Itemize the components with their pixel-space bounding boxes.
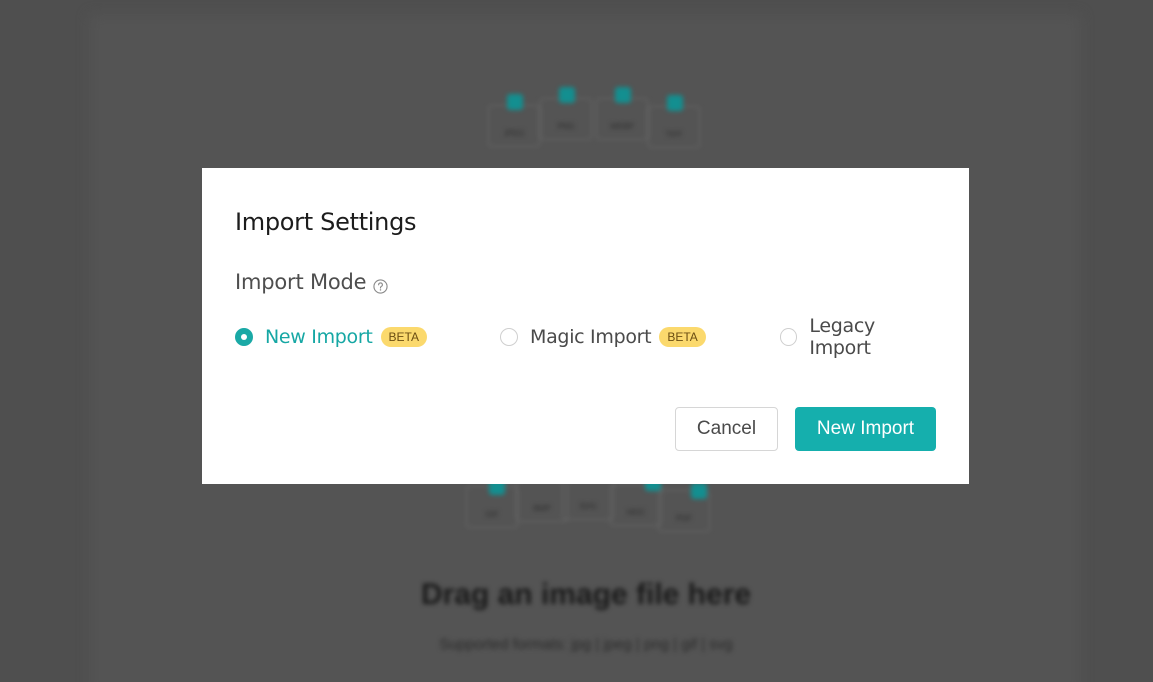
file-type-card: GIF <box>466 479 518 528</box>
new-import-button[interactable]: New Import <box>795 407 936 451</box>
file-type-card: SVG <box>562 478 614 520</box>
file-icon <box>691 483 707 499</box>
file-type-label: HEIC <box>626 508 646 517</box>
drag-title: Drag an image file here <box>420 578 752 611</box>
radio-label: New Import <box>265 326 373 348</box>
file-type-label: PDF <box>676 514 692 523</box>
file-type-label: SVG <box>579 502 597 511</box>
file-type-card: WEBP <box>596 87 648 140</box>
file-type-label: GIF <box>485 510 499 519</box>
question-circle-icon[interactable] <box>373 275 389 294</box>
cancel-button[interactable]: Cancel <box>675 407 778 451</box>
file-type-label: TIFF <box>665 130 683 139</box>
file-type-card: TIFF <box>648 95 700 148</box>
radio-unselected-icon[interactable] <box>780 328 798 346</box>
import-settings-dialog: Import Settings Import Mode New Import B… <box>202 168 969 484</box>
import-mode-radio-group: New Import BETA Magic Import BETA Legacy… <box>235 315 937 359</box>
radio-unselected-icon[interactable] <box>500 328 518 346</box>
file-type-card: BMP <box>516 480 568 522</box>
file-icon <box>559 87 575 103</box>
radio-magic-import[interactable]: Magic Import BETA <box>500 322 706 352</box>
dialog-title: Import Settings <box>235 208 417 236</box>
file-type-card: JPEG <box>488 94 540 147</box>
radio-label: Magic Import <box>530 326 652 348</box>
file-type-card: PDF <box>658 483 710 532</box>
radio-new-import[interactable]: New Import BETA <box>235 322 427 352</box>
import-mode-text: Import Mode <box>235 270 367 294</box>
file-type-label: BMP <box>533 504 551 513</box>
beta-badge: BETA <box>380 327 427 347</box>
supported-formats-text: Supported formats: jpg | jpeg | png | gi… <box>439 636 733 653</box>
file-icon <box>507 94 523 110</box>
radio-selected-icon[interactable] <box>235 328 253 346</box>
file-type-card: PNG <box>540 87 592 140</box>
import-page: JPEG PNG WEBP TIFF GIF BMP SVG HEIC PDF … <box>0 0 1153 682</box>
radio-legacy-import[interactable]: Legacy Import <box>780 315 937 359</box>
file-type-card: HEIC <box>610 475 662 526</box>
radio-label: Legacy Import <box>809 315 875 359</box>
file-type-label: PNG <box>557 122 575 131</box>
file-icon <box>667 95 683 111</box>
file-type-label: JPEG <box>503 129 525 138</box>
file-icon <box>615 87 631 103</box>
beta-badge: BETA <box>659 327 706 347</box>
import-mode-label: Import Mode <box>235 270 389 294</box>
file-type-label: WEBP <box>610 122 634 131</box>
